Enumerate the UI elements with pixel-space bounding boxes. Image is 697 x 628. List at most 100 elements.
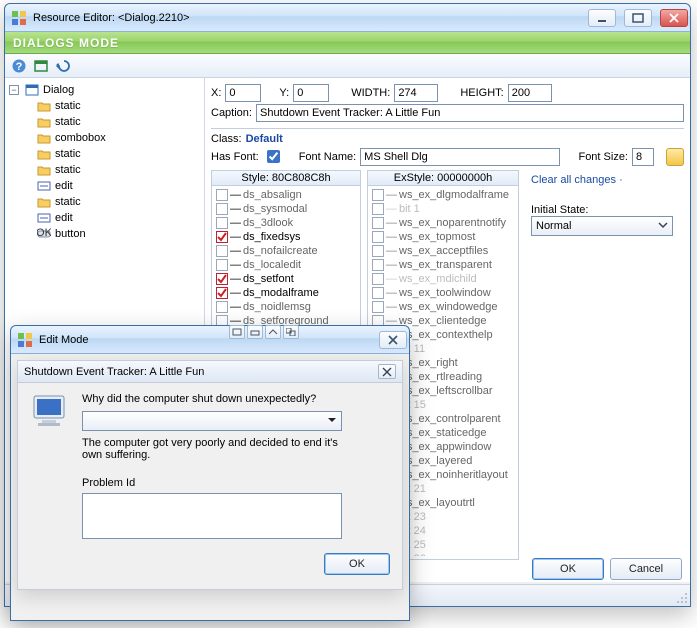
tree-item-label: combobox [55, 132, 106, 144]
width-input[interactable] [394, 84, 438, 102]
style-checkbox[interactable]: —ds_absalign [216, 188, 356, 202]
tool-icon[interactable] [265, 325, 281, 339]
style-checkbox[interactable]: —ds_modalframe [216, 286, 356, 300]
y-input[interactable] [293, 84, 329, 102]
tree-item[interactable]: static [9, 162, 200, 178]
checkbox-icon [372, 189, 384, 201]
description-text: The computer got very poorly and decided… [82, 437, 352, 461]
preview-ok-button[interactable]: OK [324, 553, 390, 575]
checkbox-icon [372, 217, 384, 229]
minimize-button[interactable] [588, 9, 616, 27]
checkbox-icon [216, 189, 228, 201]
exstyle-checkbox[interactable]: —ws_ex_mdichild [372, 272, 514, 286]
tree-item-label: static [55, 196, 81, 208]
fontsize-input[interactable] [632, 148, 654, 166]
close-button[interactable] [660, 9, 688, 27]
folder-icon [37, 99, 51, 113]
monitor-icon [30, 393, 72, 431]
edit-window-title: Edit Mode [39, 334, 371, 346]
fontname-input[interactable] [360, 148, 560, 166]
tree-item[interactable]: combobox [9, 130, 200, 146]
exstyle-checkbox[interactable]: —ws_ex_topmost [372, 230, 514, 244]
chevron-down-icon [327, 415, 337, 428]
question-text: Why did the computer shut down unexpecte… [82, 393, 390, 405]
edit-close-button[interactable] [379, 331, 407, 349]
checkbox-icon [216, 231, 228, 243]
tree-item[interactable]: OKbutton [9, 226, 200, 242]
tree-item[interactable]: static [9, 194, 200, 210]
tree-item[interactable]: edit [9, 178, 200, 194]
class-value[interactable]: Default [246, 133, 283, 145]
checkbox-icon [372, 287, 384, 299]
maximize-button[interactable] [624, 9, 652, 27]
help-icon[interactable]: ? [11, 58, 27, 74]
style-checkbox[interactable]: —ds_sysmodal [216, 202, 356, 216]
tree-item[interactable]: edit [9, 210, 200, 226]
checkbox-icon [372, 301, 384, 313]
checkbox-icon [372, 231, 384, 243]
view-icon[interactable] [33, 58, 49, 74]
checkbox-icon [216, 245, 228, 257]
class-label: Class: [211, 133, 242, 145]
x-input[interactable] [225, 84, 261, 102]
checkbox-icon [372, 273, 384, 285]
chevron-down-icon [658, 220, 668, 233]
exstyle-checkbox[interactable]: —bit 1 [372, 202, 514, 216]
style-checkbox[interactable]: —ds_setfont [216, 272, 356, 286]
folder-icon [37, 131, 51, 145]
exstyle-checkbox[interactable]: —ws_ex_noparentnotify [372, 216, 514, 230]
tree-root[interactable]: − Dialog [9, 82, 200, 98]
svg-text:?: ? [16, 61, 23, 73]
caption-input[interactable] [256, 104, 684, 122]
ok-button[interactable]: OK [532, 558, 604, 580]
clear-changes-link[interactable]: Clear all changes [531, 174, 616, 186]
problem-id-input[interactable] [82, 493, 342, 539]
reason-combobox[interactable] [82, 411, 342, 431]
preview-close-icon[interactable] [378, 364, 396, 379]
style-checkbox[interactable]: —ds_nofailcreate [216, 244, 356, 258]
style-checkbox[interactable]: —ds_localedit [216, 258, 356, 272]
titlebar[interactable]: Resource Editor: <Dialog.2210> [5, 4, 690, 32]
hasfont-checkbox[interactable] [267, 150, 280, 163]
tree-item-label: edit [55, 212, 73, 224]
folder-icon [37, 163, 51, 177]
exstyle-checkbox[interactable]: —ws_ex_dlgmodalframe [372, 188, 514, 202]
y-label: Y: [279, 87, 289, 99]
folder-icon [37, 115, 51, 129]
style-checkbox[interactable]: —ds_3dlook [216, 216, 356, 230]
tree-item-label: static [55, 116, 81, 128]
style-header: Style: 80C808C8h [212, 171, 360, 186]
cancel-button[interactable]: Cancel [610, 558, 682, 580]
dialog-icon [25, 83, 39, 97]
x-label: X: [211, 87, 221, 99]
style-checkbox[interactable]: —ds_fixedsys [216, 230, 356, 244]
style-checkbox[interactable]: —ds_noidlemsg [216, 300, 356, 314]
font-browse-button[interactable] [666, 148, 684, 166]
exstyle-header: ExStyle: 00000000h [368, 171, 518, 186]
exstyle-checkbox[interactable]: —ws_ex_transparent [372, 258, 514, 272]
initial-state-dropdown[interactable]: Normal [531, 216, 673, 236]
tool-icon[interactable] [229, 325, 245, 339]
hasfont-label: Has Font: [211, 151, 259, 163]
app-icon [17, 332, 33, 348]
resize-grip-icon[interactable] [674, 590, 688, 604]
tree-item-label: edit [55, 180, 73, 192]
tree-item[interactable]: static [9, 146, 200, 162]
tree-item[interactable]: static [9, 98, 200, 114]
exstyle-checkbox[interactable]: —ws_ex_toolwindow [372, 286, 514, 300]
tree-root-label: Dialog [43, 84, 74, 96]
exstyle-checkbox[interactable]: —ws_ex_acceptfiles [372, 244, 514, 258]
edit-mode-window[interactable]: Edit Mode Shutdown Event Tracker: A Litt… [10, 325, 410, 621]
expander-icon[interactable]: − [9, 85, 19, 95]
exstyle-checkbox[interactable]: —ws_ex_windowedge [372, 300, 514, 314]
tool-icon[interactable] [247, 325, 263, 339]
tool-icon[interactable] [283, 325, 299, 339]
folder-icon [37, 195, 51, 209]
height-input[interactable] [508, 84, 552, 102]
preview-dialog-titlebar[interactable]: Shutdown Event Tracker: A Little Fun [18, 361, 402, 383]
tree-item[interactable]: static [9, 114, 200, 130]
mode-ribbon: DIALOGS MODE [5, 32, 690, 54]
edit-icon [37, 211, 51, 225]
undo-icon[interactable] [55, 58, 71, 74]
initial-state-value: Normal [536, 220, 571, 232]
